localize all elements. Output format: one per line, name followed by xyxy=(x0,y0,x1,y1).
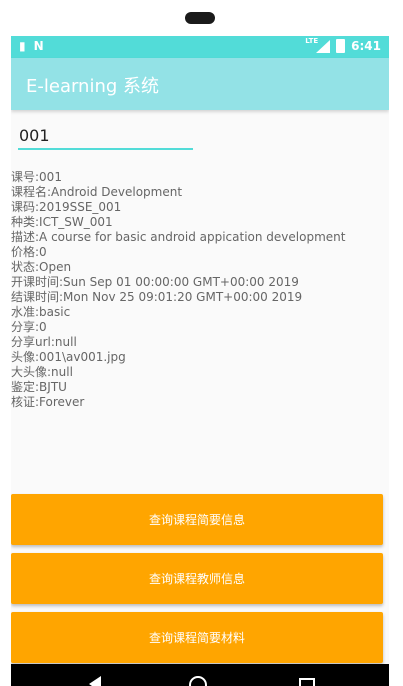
info-line: 描述:A course for basic android appication… xyxy=(11,230,346,244)
info-line: 开课时间:Sun Sep 01 00:00:00 GMT+00:00 2019 xyxy=(11,275,299,289)
device-right-edge xyxy=(389,0,403,686)
battery-icon xyxy=(336,39,346,53)
app-screen: ▮ N LTE 6:41 E-learning 系统 课号:001 课程名:An… xyxy=(11,36,389,686)
app-bar: E-learning 系统 xyxy=(11,58,389,110)
speaker-grille xyxy=(185,12,215,24)
status-bar: ▮ N LTE 6:41 xyxy=(11,36,389,58)
navigation-bar xyxy=(11,664,389,686)
info-line: 课程名:Android Development xyxy=(11,185,183,199)
app-title: E-learning 系统 xyxy=(26,76,160,97)
course-id-field[interactable] xyxy=(18,124,193,150)
info-line: 状态:Open xyxy=(11,260,72,274)
back-icon[interactable] xyxy=(89,676,101,686)
info-line: 核证:Forever xyxy=(11,395,85,409)
signal-icon xyxy=(316,39,331,53)
home-icon[interactable] xyxy=(189,676,207,686)
info-line: 大头像:null xyxy=(11,365,73,379)
info-line: 种类:ICT_SW_001 xyxy=(11,215,113,229)
info-line: 课码:2019SSE_001 xyxy=(11,200,122,214)
course-id-input[interactable] xyxy=(18,124,189,146)
info-line: 课号:001 xyxy=(11,170,62,184)
info-line: 分享url:null xyxy=(11,335,77,349)
status-time: 6:41 xyxy=(351,39,381,53)
device-top-bezel xyxy=(0,0,403,36)
query-teacher-button[interactable]: 查询课程教师信息 xyxy=(11,553,383,604)
info-line: 结课时间:Mon Nov 25 09:01:20 GMT+00:00 2019 xyxy=(11,290,303,304)
info-line: 鉴定:BJTU xyxy=(11,380,67,394)
n-notification-icon: N xyxy=(33,39,44,53)
network-type: LTE xyxy=(305,37,319,45)
query-materials-button[interactable]: 查询课程简要材料 xyxy=(11,612,383,663)
recent-apps-icon[interactable] xyxy=(299,678,315,686)
course-info-list: 课号:001 课程名:Android Development 课码:2019SS… xyxy=(11,170,389,410)
query-summary-button[interactable]: 查询课程简要信息 xyxy=(11,494,383,545)
sd-card-icon: ▮ xyxy=(19,39,26,53)
info-line: 头像:001\av001.jpg xyxy=(11,350,126,364)
info-line: 水准:basic xyxy=(11,305,71,319)
device-left-edge xyxy=(0,0,11,686)
info-line: 分享:0 xyxy=(11,320,47,334)
info-line: 价格:0 xyxy=(11,245,47,259)
